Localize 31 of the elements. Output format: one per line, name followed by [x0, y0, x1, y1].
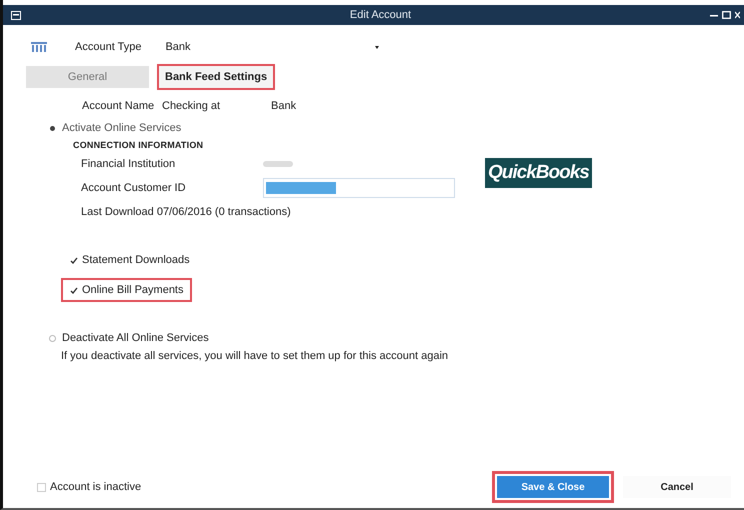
section-heading: CONNECTION INFORMATION — [73, 140, 204, 150]
radio-button[interactable] — [49, 334, 56, 342]
radio-label: Activate Online Services — [62, 122, 182, 134]
checkbox-option[interactable]: Statement Downloads — [63, 250, 196, 270]
radio-label: Deactivate All Online Services — [62, 332, 209, 344]
cancel-button[interactable]: Cancel — [623, 476, 731, 498]
field-label: Financial Institution — [81, 158, 176, 170]
account-type-label: Account Type — [75, 41, 142, 53]
account-type-dropdown[interactable]: Bank — [161, 37, 384, 57]
warning-text: If you deactivate all services, you will have to set them up for this account again — [60, 349, 450, 362]
checkbox[interactable] — [69, 256, 78, 264]
radio-button[interactable] — [50, 126, 55, 130]
input-field[interactable] — [263, 178, 455, 198]
window-icon — [11, 10, 21, 20]
account-name-label: Account Name — [82, 100, 156, 112]
close-icon[interactable] — [735, 11, 740, 19]
account-name-value: Bank — [271, 100, 296, 112]
tab[interactable]: Bank Feed Settings — [159, 66, 274, 88]
bank-icon — [31, 42, 47, 52]
last-download-text: Last Download 07/06/2016 (0 transactions) — [81, 206, 291, 218]
checkbox-option[interactable]: Online Bill Payments — [63, 280, 190, 300]
account-name-value: Checking at — [162, 100, 222, 112]
maximize-icon[interactable] — [722, 11, 731, 19]
quickbooks-logo: QuickBooks — [485, 158, 592, 188]
caret-icon — [375, 46, 380, 48]
window-title: Edit Account — [348, 9, 412, 21]
save-button[interactable]: Save & Close — [497, 476, 609, 498]
checkbox[interactable] — [69, 286, 78, 294]
checkbox-label: Account is inactive — [50, 481, 142, 493]
field-label: Account Customer ID — [81, 182, 187, 194]
redacted-value — [263, 161, 293, 167]
